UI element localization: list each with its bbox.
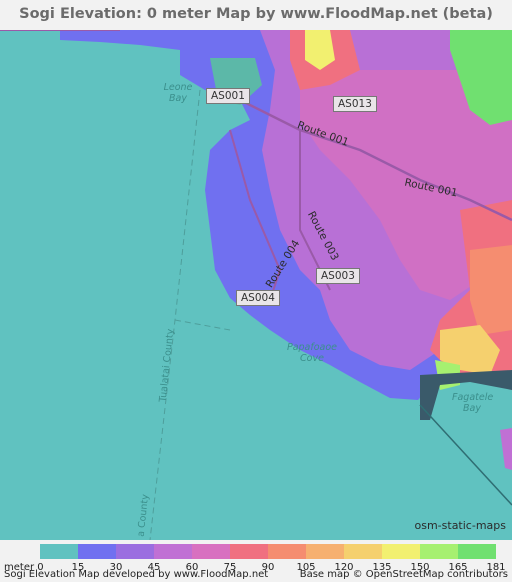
legend-swatch — [344, 544, 382, 559]
water-label-fagatele-bay: Fagatele Bay — [452, 392, 494, 414]
legend-swatch — [78, 544, 116, 559]
map-canvas — [0, 30, 512, 540]
legend-swatch — [458, 544, 496, 559]
legend-swatch — [230, 544, 268, 559]
shield-as004: AS004 — [236, 290, 280, 306]
legend-swatch — [40, 544, 78, 559]
shield-as001: AS001 — [206, 88, 250, 104]
elevation-map[interactable]: AS001 AS013 AS003 AS004 Route 001 Route … — [0, 30, 512, 540]
page-title: Sogi Elevation: 0 meter Map by www.Flood… — [19, 6, 493, 22]
legend-swatch — [268, 544, 306, 559]
legend-swatch — [306, 544, 344, 559]
legend-swatch — [420, 544, 458, 559]
footer-osm-credit: Base map © OpenStreetMap contributors — [299, 569, 508, 580]
legend-swatch — [382, 544, 420, 559]
shield-as013: AS013 — [333, 96, 377, 112]
elevation-legend: meter 0 15 30 45 60 75 90 105 120 135 150 165 181 So… — [0, 540, 512, 582]
legend-swatch — [154, 544, 192, 559]
water-label-papafoaoe-cove: Papafoaoe Cove — [286, 342, 338, 364]
legend-swatch — [192, 544, 230, 559]
osm-static-maps-label: osm-static-maps — [414, 519, 507, 532]
legend-swatch — [116, 544, 154, 559]
footer-credit: Sogi Elevation Map developed by www.Floo… — [4, 569, 269, 580]
shield-as003: AS003 — [316, 268, 360, 284]
water-label-leone-bay: Leone Bay — [163, 82, 193, 104]
high-se-orange — [470, 245, 512, 335]
